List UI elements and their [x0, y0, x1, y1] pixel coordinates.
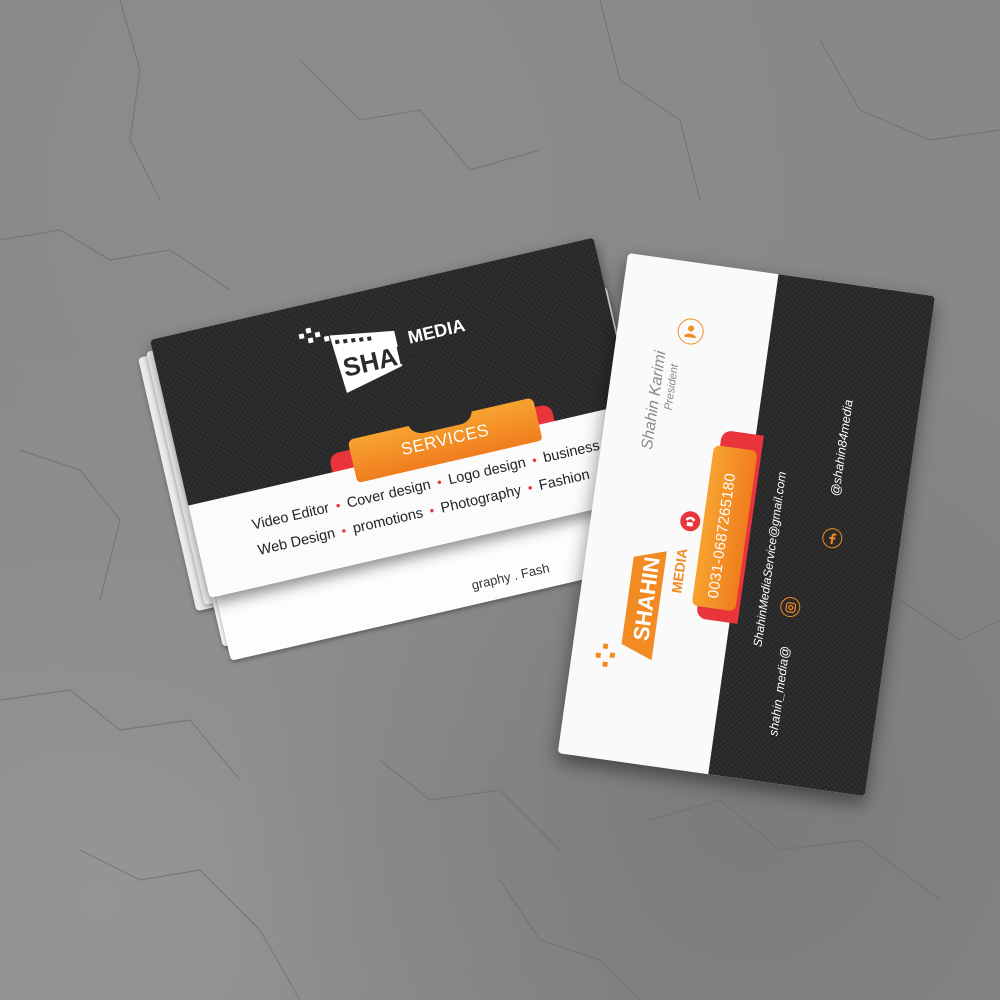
- phone-icon: [678, 509, 703, 534]
- shahin-media-logo-back: SHAHIN MEDIA: [595, 547, 690, 668]
- logo-word-media: MEDIA: [668, 547, 690, 594]
- concrete-background: SERVICES SHAHIN MEDIA Video Editor • Cover…: [0, 0, 1000, 1000]
- shahin-media-logo: SHAHIN MEDIA: [298, 315, 467, 394]
- person-icon: [676, 316, 706, 347]
